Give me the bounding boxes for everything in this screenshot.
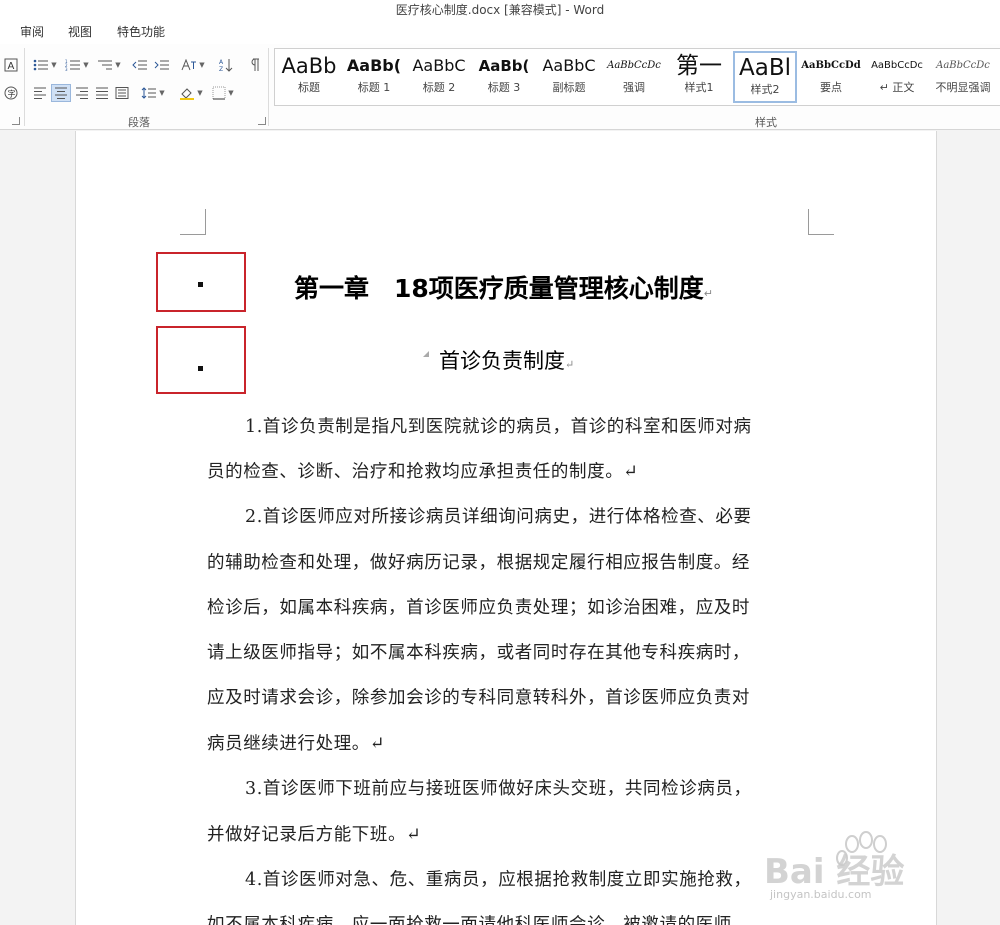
tab-review[interactable]: 审阅 xyxy=(20,24,44,40)
document-area[interactable]: 第一章 18项医疗质量管理核心制度↵ 首诊负责制度↵ 1.首诊负责制是指凡到医院… xyxy=(0,131,1000,925)
window-title: 医疗核心制度.docx [兼容模式] - Word xyxy=(0,0,1000,20)
increase-indent-icon[interactable] xyxy=(152,56,172,74)
body-line[interactable]: 并做好记录后方能下班。↵ xyxy=(207,821,811,846)
shading-icon[interactable]: ▼ xyxy=(176,84,206,102)
align-right-icon[interactable] xyxy=(72,84,92,102)
watermark-brand: Bai 经验 xyxy=(764,852,905,892)
styles-gallery: AaBb 标题 AaBb( 标题 1 AaBbC 标题 2 AaBb( 标题 3… xyxy=(274,48,1000,106)
svg-text:字: 字 xyxy=(8,89,16,99)
ribbon-tabs: 审阅 视图 特色功能 xyxy=(0,20,1000,44)
watermark-url: jingyan.baidu.com xyxy=(770,888,872,901)
tab-view[interactable]: 视图 xyxy=(68,24,92,40)
svg-text:3: 3 xyxy=(65,67,68,71)
chapter-title[interactable]: 第一章 18项医疗质量管理核心制度↵ xyxy=(294,269,713,305)
align-center-icon[interactable] xyxy=(51,84,71,102)
body-line[interactable]: 检诊后，如属本科疾病，首诊医师应负责处理；如诊治困难，应及时 xyxy=(207,594,811,619)
body-line[interactable]: 如不属本科疾病，应一面抢救一面请他科医师会诊，被邀请的医师 xyxy=(207,911,811,925)
style-heading-3[interactable]: AaBb( 标题 3 xyxy=(472,51,536,103)
body-line[interactable]: 4.首诊医师对急、危、重病员，应根据抢救制度立即实施抢救， xyxy=(207,866,811,891)
highlight-box-2 xyxy=(156,326,246,394)
svg-text:A: A xyxy=(8,61,15,72)
style-subtle-emphasis[interactable]: AaBbCcDc 不明显强调 xyxy=(931,51,995,103)
svg-text:Z: Z xyxy=(219,66,223,72)
list-marker-dot xyxy=(198,282,203,287)
collapse-heading-icon[interactable] xyxy=(423,351,429,357)
styles-group-label: 样式 xyxy=(755,116,777,129)
style-title[interactable]: AaBb 标题 xyxy=(277,51,341,103)
style-heading-2[interactable]: AaBbC 标题 2 xyxy=(407,51,471,103)
document-page[interactable]: 第一章 18项医疗质量管理核心制度↵ 首诊负责制度↵ 1.首诊负责制是指凡到医院… xyxy=(75,131,937,925)
decrease-indent-icon[interactable] xyxy=(130,56,150,74)
paragraph-dialog-launcher-icon[interactable] xyxy=(258,117,266,125)
line-spacing-icon[interactable]: ▼ xyxy=(138,84,168,102)
body-line[interactable]: 员的检查、诊断、治疗和抢救均应承担责任的制度。↵ xyxy=(207,458,811,483)
crop-mark-top-right xyxy=(808,209,834,235)
highlight-box-1 xyxy=(156,252,246,312)
sort-icon[interactable]: AZ xyxy=(216,56,236,74)
ribbon: A 字 ▼ 1 2 3 ▼ ▼ ▼ AZ ▼ ▼ ▼ 段落 AaBb 标题 Aa… xyxy=(0,44,1000,130)
body-line[interactable]: 2.首诊医师应对所接诊病员详细询问病史，进行体格检查、必要 xyxy=(207,503,811,528)
borders-icon[interactable]: ▼ xyxy=(208,84,238,102)
paragraph-group-label: 段落 xyxy=(128,116,150,129)
body-line[interactable]: 请上级医师指导；如不属本科疾病，或者同时存在其他专科疾病时， xyxy=(207,639,811,664)
body-line[interactable]: 的辅助检查和处理，做好病历记录，根据规定履行相应报告制度。经 xyxy=(207,549,811,574)
style-subtitle[interactable]: AaBbC 副标题 xyxy=(537,51,601,103)
font-dialog-launcher-icon[interactable] xyxy=(12,117,20,125)
justify-icon[interactable] xyxy=(92,84,112,102)
body-line[interactable]: 1.首诊负责制是指凡到医院就诊的病员，首诊的科室和医师对病 xyxy=(207,413,811,438)
svg-text:A: A xyxy=(219,59,224,66)
show-marks-icon[interactable] xyxy=(244,56,264,74)
body-line[interactable]: 应及时请求会诊，除参加会诊的专科同意转科外，首诊医师应负责对 xyxy=(207,684,811,709)
body-line[interactable]: 病员继续进行处理。↵ xyxy=(207,730,811,755)
bullets-icon[interactable]: ▼ xyxy=(30,56,60,74)
section-title[interactable]: 首诊负责制度↵ xyxy=(439,345,574,375)
distributed-align-icon[interactable] xyxy=(112,84,132,102)
phonetic-guide-icon[interactable]: 字 xyxy=(3,84,19,102)
baidu-watermark: Bai 经验 jingyan.baidu.com xyxy=(760,830,960,910)
multilevel-list-icon[interactable]: ▼ xyxy=(94,56,124,74)
tab-special-features[interactable]: 特色功能 xyxy=(117,24,165,40)
chinese-layout-icon[interactable]: ▼ xyxy=(178,56,208,74)
text-box-icon[interactable]: A xyxy=(3,56,19,74)
style-normal[interactable]: AaBbCcDc ↵ 正文 xyxy=(865,51,929,103)
style-emphasis[interactable]: AaBbCcDc 强调 xyxy=(602,51,666,103)
body-line[interactable]: 3.首诊医师下班前应与接班医师做好床头交班，共同检诊病员， xyxy=(207,775,811,800)
list-marker-dot xyxy=(198,366,203,371)
numbering-icon[interactable]: 1 2 3 ▼ xyxy=(62,56,92,74)
crop-mark-top-left xyxy=(180,209,206,235)
align-left-icon[interactable] xyxy=(30,84,50,102)
style-custom-1[interactable]: 第一 样式1 xyxy=(667,51,731,103)
style-strong[interactable]: AaBbCcDd 要点 xyxy=(799,51,863,103)
style-heading-1[interactable]: AaBb( 标题 1 xyxy=(342,51,406,103)
style-custom-2[interactable]: AaBl 样式2 xyxy=(733,51,797,103)
